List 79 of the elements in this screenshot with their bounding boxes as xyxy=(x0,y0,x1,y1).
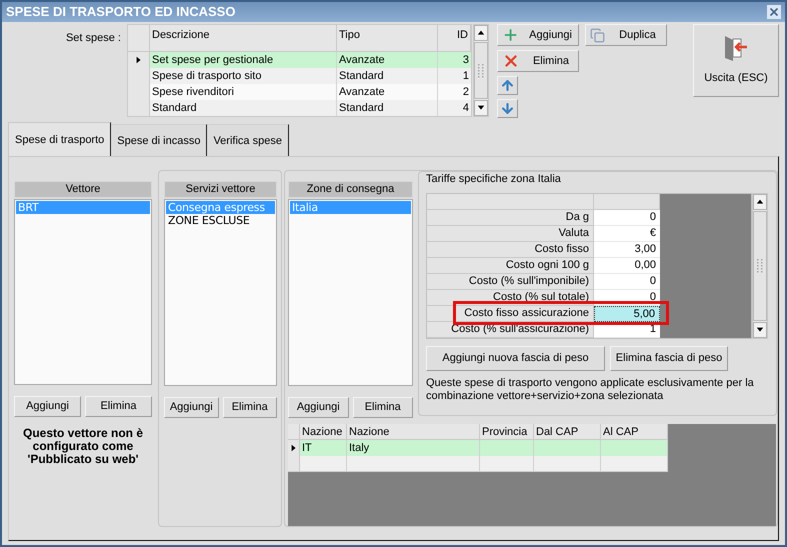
delete-button[interactable]: Elimina xyxy=(85,396,152,417)
duplicate-button[interactable]: Duplica xyxy=(585,24,667,46)
add-button[interactable]: Aggiungi xyxy=(288,397,348,418)
window-title: SPESE DI TRASPORTO ED INCASSO xyxy=(6,3,236,22)
move-down-button[interactable] xyxy=(497,99,518,118)
column-header[interactable]: Descrizione xyxy=(150,25,337,52)
delete-weight-band-button[interactable]: Elimina fascia di peso xyxy=(610,346,728,371)
row-pointer-icon xyxy=(290,444,298,452)
scroll-down-icon[interactable] xyxy=(756,326,764,334)
carrier-note: Questo vettore non è configurato come 'Pubblicato su web' xyxy=(22,427,144,466)
move-up-button[interactable] xyxy=(497,76,518,95)
table-cell: Standard xyxy=(150,100,337,116)
column-header[interactable]: Nazione xyxy=(300,424,347,440)
row-pointer-icon xyxy=(134,56,142,64)
table-cell-text: 1 xyxy=(462,69,470,84)
rates-note: Queste spese di trasporto vengono applicate esclusivamente per la combinazione vettore+servizio+zona selezionata xyxy=(426,377,755,403)
row-label: Costo fisso xyxy=(427,242,594,258)
list-box[interactable]: Consegna espress ZONE ESCLUSE xyxy=(164,199,277,386)
grip-icon xyxy=(478,64,484,78)
table-row[interactable]: Spese rivenditori Avanzate 2 xyxy=(128,84,471,100)
scroll-thumb[interactable] xyxy=(753,211,767,321)
row-header[interactable] xyxy=(128,52,150,68)
tab[interactable]: Spese di incasso xyxy=(111,124,208,156)
value-cell[interactable]: 3,00 xyxy=(594,242,660,258)
table-row[interactable]: Standard Standard 4 xyxy=(128,100,471,116)
scroll-up-icon[interactable] xyxy=(477,29,485,37)
plus-icon xyxy=(502,26,520,44)
grip-icon xyxy=(757,259,763,273)
value-cell[interactable]: 0 xyxy=(594,210,660,226)
add-weight-band-button[interactable]: Aggiungi nuova fascia di peso xyxy=(426,346,605,371)
scrollbar[interactable] xyxy=(473,24,489,117)
scroll-down-icon[interactable] xyxy=(477,104,485,112)
list-item[interactable]: ZONE ESCLUSE xyxy=(166,214,275,227)
close-icon xyxy=(768,6,780,18)
table-cell: Standard xyxy=(337,100,438,116)
row-label: Costo ogni 100 g xyxy=(427,258,594,274)
row-label: Da g xyxy=(427,210,594,226)
table-cell-text: 2 xyxy=(462,85,470,100)
delete-button[interactable]: Elimina xyxy=(497,50,579,72)
delete-button[interactable]: Elimina xyxy=(222,397,277,418)
column-header[interactable]: Nazione xyxy=(347,424,480,440)
scroll-up-icon[interactable] xyxy=(756,198,764,206)
column-header[interactable]: Provincia xyxy=(480,424,534,440)
table-row[interactable]: Set spese per gestionale Avanzate 3 xyxy=(128,52,471,68)
exit-door-icon xyxy=(723,34,749,62)
add-button[interactable]: Aggiungi xyxy=(164,397,218,418)
copy-icon xyxy=(590,28,605,42)
add-button[interactable]: Aggiungi xyxy=(14,396,81,417)
value-cell[interactable]: 0 xyxy=(594,274,660,290)
table-cell-text: 3 xyxy=(462,53,470,68)
table-row[interactable]: Spese di trasporto sito Standard 1 xyxy=(128,68,471,84)
column-header[interactable]: Dal CAP xyxy=(534,424,601,440)
value-cell[interactable]: € xyxy=(594,226,660,242)
scroll-thumb[interactable] xyxy=(474,42,488,99)
value-cell[interactable]: 5,00 xyxy=(594,306,660,322)
list-header: Vettore xyxy=(14,181,152,198)
arrow-down-icon xyxy=(500,101,515,116)
scrollbar[interactable] xyxy=(752,193,768,339)
group-title: Tariffe specifiche zona Italia xyxy=(426,172,562,187)
table-cell-text: 4 xyxy=(462,101,470,116)
tab[interactable]: Verifica spese xyxy=(207,124,289,156)
list-header: Servizi vettore xyxy=(164,181,277,198)
exit-button[interactable]: Uscita (ESC) xyxy=(693,24,779,97)
value-cell[interactable]: 0,00 xyxy=(594,258,660,274)
column-header[interactable]: ID xyxy=(438,25,471,52)
row-header[interactable] xyxy=(288,440,300,456)
tab[interactable]: Spese di trasporto xyxy=(8,122,112,156)
table-row[interactable]: IT Italy xyxy=(288,440,668,456)
column-header[interactable]: Al CAP xyxy=(601,424,668,440)
add-button[interactable]: Aggiungi xyxy=(497,24,579,46)
list-header: Zone di consegna xyxy=(288,181,413,198)
header-cell xyxy=(288,424,300,440)
column-header[interactable]: Tipo xyxy=(337,25,438,52)
row-label: Valuta xyxy=(427,226,594,242)
set-label: Set spese : xyxy=(64,31,122,46)
row-label: Costo (% sull'imponibile) xyxy=(427,274,594,290)
row-label: Costo fisso assicurazione xyxy=(427,306,594,322)
close-button[interactable] xyxy=(767,5,781,19)
delete-button[interactable]: Elimina xyxy=(352,397,413,418)
